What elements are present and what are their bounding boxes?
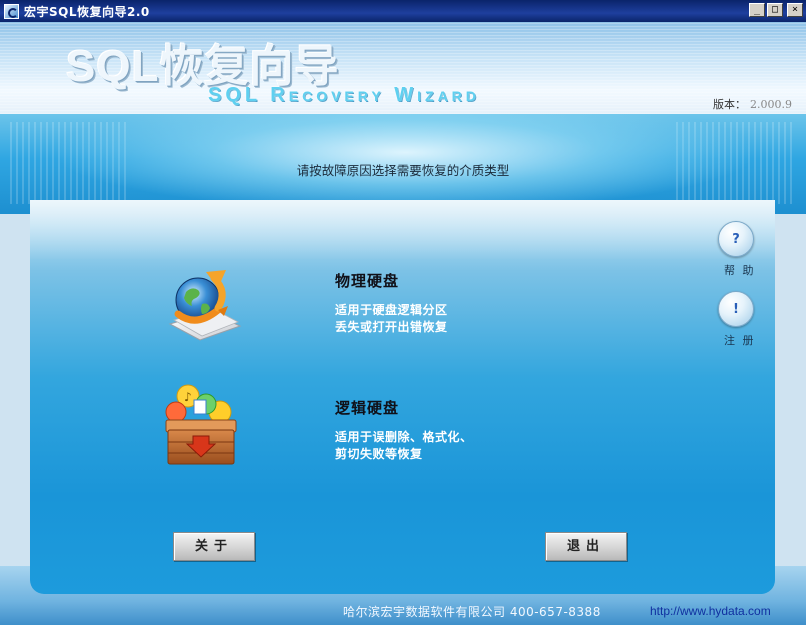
app-icon[interactable] xyxy=(4,3,19,19)
title-bar[interactable]: 宏宇SQL恢复向导2.0 _ □ × xyxy=(0,0,806,22)
crate-icon[interactable]: ♪ xyxy=(160,382,250,472)
header-banner: SQL恢复向导 SQL Recovery Wizard 版本： 2.000.9 xyxy=(0,22,806,114)
register-label[interactable]: 注 册 xyxy=(724,332,756,348)
main-panel xyxy=(30,200,775,594)
close-button[interactable]: × xyxy=(787,3,803,17)
logical-disk-desc-line2: 剪切失败等恢复 xyxy=(335,447,423,461)
register-button[interactable]: ! xyxy=(718,291,754,327)
help-icon: ? xyxy=(732,231,740,247)
help-label[interactable]: 帮 助 xyxy=(724,262,756,278)
app-window: 宏宇SQL恢复向导2.0 _ □ × SQL恢复向导 SQL Recovery … xyxy=(0,0,806,625)
about-button[interactable]: 关于 xyxy=(173,532,255,561)
register-icon: ! xyxy=(733,301,739,317)
logical-disk-description: 适用于误删除、格式化、 剪切失败等恢复 xyxy=(335,429,473,463)
maximize-button[interactable]: □ xyxy=(767,3,783,17)
footer-url-link[interactable]: http://www.hydata.com xyxy=(650,604,771,618)
footer-company: 哈尔滨宏宇数据软件有限公司 400-657-8388 xyxy=(343,605,601,619)
globe-recycle-icon[interactable] xyxy=(160,262,250,352)
logo-title-en: SQL Recovery Wizard xyxy=(208,84,480,106)
window-controls: _ □ × xyxy=(749,3,803,17)
version-label: 版本： xyxy=(713,98,746,111)
physical-disk-title[interactable]: 物理硬盘 xyxy=(335,270,399,291)
physical-disk-desc-line1: 适用于硬盘逻辑分区 xyxy=(335,303,448,317)
instruction-text: 请按故障原因选择需要恢复的介质类型 xyxy=(296,163,510,178)
minimize-button[interactable]: _ xyxy=(749,3,765,17)
version-info: 版本： 2.000.9 xyxy=(713,96,792,112)
panel-highlight xyxy=(30,200,775,260)
physical-disk-description: 适用于硬盘逻辑分区 丢失或打开出错恢复 xyxy=(335,302,448,336)
exit-button[interactable]: 退出 xyxy=(545,532,627,561)
version-number: 2.000.9 xyxy=(750,98,792,111)
physical-disk-desc-line2: 丢失或打开出错恢复 xyxy=(335,320,448,334)
logical-disk-title[interactable]: 逻辑硬盘 xyxy=(335,397,399,418)
logical-disk-desc-line1: 适用于误删除、格式化、 xyxy=(335,430,473,444)
help-button[interactable]: ? xyxy=(718,221,754,257)
window-title: 宏宇SQL恢复向导2.0 xyxy=(24,4,150,19)
svg-text:♪: ♪ xyxy=(184,390,192,404)
